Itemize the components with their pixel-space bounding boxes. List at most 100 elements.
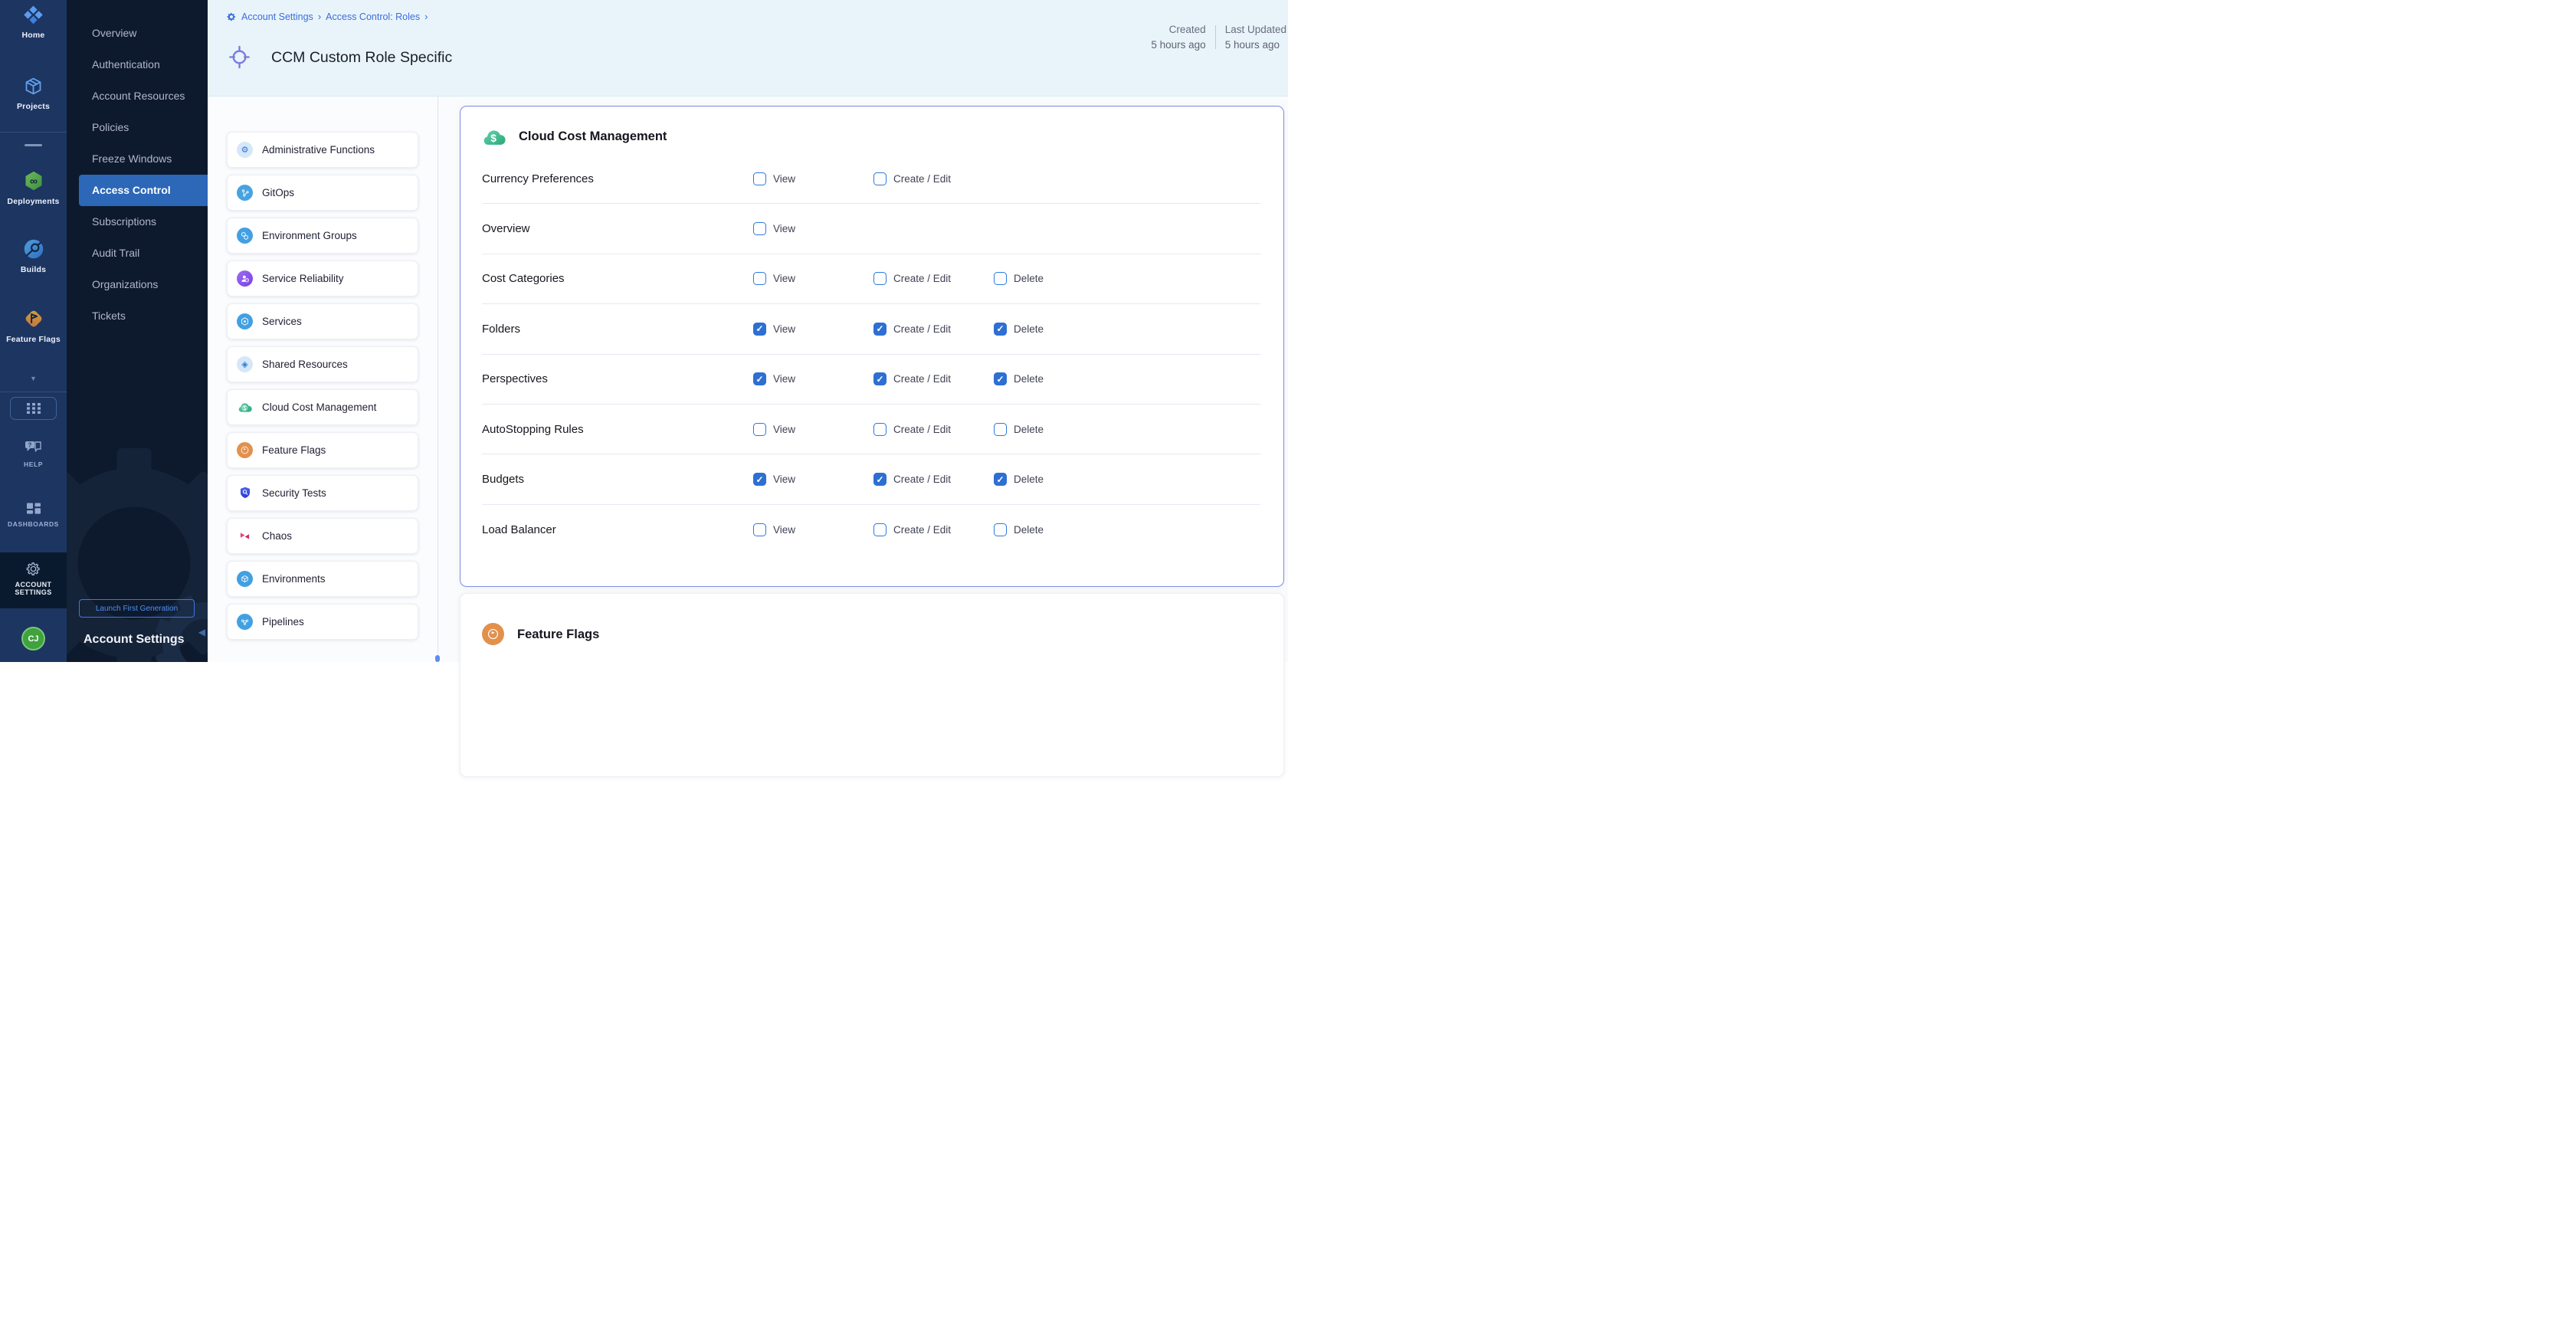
checkbox-cost-categories-create-edit[interactable] [873, 272, 887, 285]
settings-sidebar: OverviewAuthenticationAccount ResourcesP… [67, 0, 208, 662]
permission-row-budgets: BudgetsViewCreate / EditDelete [482, 454, 1260, 504]
permission-label: Create / Edit [893, 373, 951, 385]
resource-item-service-reliability[interactable]: Service Reliability [227, 261, 418, 297]
resource-item-security-tests[interactable]: Security Tests [227, 475, 418, 511]
permission-label: Create / Edit [893, 474, 951, 485]
sidebar-item-organizations[interactable]: Organizations [67, 269, 208, 300]
permission-label: Delete [1014, 474, 1044, 485]
checkbox-budgets-delete[interactable] [994, 473, 1007, 486]
sidebar-item-policies[interactable]: Policies [67, 112, 208, 143]
permission-label: Delete [1014, 323, 1044, 335]
checkbox-perspectives-view[interactable] [753, 372, 766, 385]
sidebar-item-audit-trail[interactable]: Audit Trail [67, 238, 208, 269]
rail-module-home[interactable]: Home [0, 5, 67, 40]
permission-label: Create / Edit [893, 424, 951, 435]
permission-name: Load Balancer [482, 523, 753, 536]
rail-item-dashboards[interactable]: DASHBOARDS [0, 502, 67, 528]
dashboards-label: DASHBOARDS [0, 520, 67, 528]
service-reliability-icon [237, 270, 253, 287]
last-updated-label: Last Updated [1225, 24, 1286, 35]
resource-item-cloud-cost-management[interactable]: $Cloud Cost Management [227, 389, 418, 425]
rail-item-help[interactable]: ? HELP [0, 440, 67, 468]
cloud-cost-management-icon: $ [237, 399, 253, 415]
checkbox-cost-categories-delete[interactable] [994, 272, 1007, 285]
permission-name: Folders [482, 323, 753, 336]
resource-item-administrative-functions[interactable]: ⚙Administrative Functions [227, 132, 418, 168]
avatar[interactable]: CJ [21, 627, 45, 651]
checkbox-load-balancer-create-edit[interactable] [873, 523, 887, 536]
resource-item-chaos[interactable]: Chaos [227, 518, 418, 554]
meta-divider [1215, 25, 1216, 49]
checkbox-load-balancer-view[interactable] [753, 523, 766, 536]
scrollbar-thumb[interactable] [435, 655, 440, 662]
checkbox-perspectives-delete[interactable] [994, 372, 1007, 385]
sidebar-item-authentication[interactable]: Authentication [67, 49, 208, 80]
created-value: 5 hours ago [1151, 39, 1205, 51]
permission-view-cell: View [753, 473, 873, 486]
sidebar-collapse-icon[interactable]: ◀ [198, 627, 205, 637]
module-selector-button[interactable] [10, 397, 57, 420]
projects-icon [23, 76, 44, 97]
rail-module-label: Home [0, 31, 67, 40]
permission-view-cell: View [753, 523, 873, 536]
sidebar-item-overview[interactable]: Overview [67, 18, 208, 49]
rail-module-feature-flags[interactable]: Feature Flags [0, 308, 67, 344]
sidebar-item-access-control[interactable]: Access Control [79, 175, 208, 206]
checkbox-folders-delete[interactable] [994, 323, 1007, 336]
sidebar-item-subscriptions[interactable]: Subscriptions [67, 206, 208, 238]
permission-row-cost-categories: Cost CategoriesViewCreate / EditDelete [482, 254, 1260, 304]
chevron-down-icon[interactable]: ▼ [0, 375, 67, 382]
sidebar-item-tickets[interactable]: Tickets [67, 300, 208, 332]
rail-item-account-settings[interactable]: ACCOUNT SETTINGS [0, 552, 67, 608]
svg-text:∞: ∞ [30, 175, 38, 187]
checkbox-cost-categories-view[interactable] [753, 272, 766, 285]
checkbox-budgets-create-edit[interactable] [873, 473, 887, 486]
sidebar-item-account-resources[interactable]: Account Resources [67, 80, 208, 112]
permission-row-overview: OverviewView [482, 204, 1260, 254]
breadcrumb-link-account-settings[interactable]: Account Settings [241, 11, 313, 22]
permission-label: View [773, 323, 795, 335]
checkbox-load-balancer-delete[interactable] [994, 523, 1007, 536]
checkbox-currency-preferences-view[interactable] [753, 172, 766, 185]
resource-item-pipelines[interactable]: Pipelines [227, 604, 418, 640]
resource-item-label: Chaos [262, 530, 292, 542]
checkbox-overview-view[interactable] [753, 222, 766, 235]
breadcrumb-separator: › [318, 11, 321, 22]
resource-item-feature-flags[interactable]: Feature Flags [227, 432, 418, 468]
checkbox-budgets-view[interactable] [753, 473, 766, 486]
svg-text:$: $ [243, 406, 246, 411]
resource-item-label: Environments [262, 573, 326, 585]
launch-first-generation-button[interactable]: Launch First Generation [79, 599, 195, 618]
sidebar-item-freeze-windows[interactable]: Freeze Windows [67, 143, 208, 175]
builds-icon [23, 238, 44, 260]
permission-delete-cell: Delete [994, 323, 1260, 336]
permission-name: Cost Categories [482, 272, 753, 285]
module-rail: Home Projects ∞Deployments Builds Feature Fl… [0, 0, 67, 662]
resource-item-environments[interactable]: Environments [227, 561, 418, 597]
created-label: Created [1169, 24, 1206, 35]
rail-module-projects[interactable]: Projects [0, 76, 67, 111]
permission-view-cell: View [753, 222, 873, 235]
resource-item-gitops[interactable]: GitOps [227, 175, 418, 211]
permission-row-currency-preferences: Currency PreferencesViewCreate / Edit [482, 154, 1260, 204]
permission-label: Create / Edit [893, 173, 951, 185]
rail-module-builds[interactable]: Builds [0, 238, 67, 274]
breadcrumb-separator: › [424, 11, 428, 22]
permission-label: View [773, 524, 795, 536]
permission-label: View [773, 474, 795, 485]
checkbox-autostopping-rules-view[interactable] [753, 423, 766, 436]
checkbox-autostopping-rules-create-edit[interactable] [873, 423, 887, 436]
checkbox-autostopping-rules-delete[interactable] [994, 423, 1007, 436]
checkbox-folders-create-edit[interactable] [873, 323, 887, 336]
resource-item-environment-groups[interactable]: Environment Groups [227, 218, 418, 254]
breadcrumb-link-access-control-roles[interactable]: Access Control: Roles [326, 11, 420, 22]
resource-item-shared-resources[interactable]: ◈Shared Resources [227, 346, 418, 382]
checkbox-folders-view[interactable] [753, 323, 766, 336]
checkbox-currency-preferences-create-edit[interactable] [873, 172, 887, 185]
page-header: Account Settings›Access Control: Roles› … [208, 0, 1288, 97]
account-settings-label: ACCOUNT [0, 581, 67, 588]
resource-item-services[interactable]: Services [227, 303, 418, 339]
checkbox-perspectives-create-edit[interactable] [873, 372, 887, 385]
permission-view-cell: View [753, 372, 873, 385]
rail-module-deployments[interactable]: ∞Deployments [0, 170, 67, 206]
